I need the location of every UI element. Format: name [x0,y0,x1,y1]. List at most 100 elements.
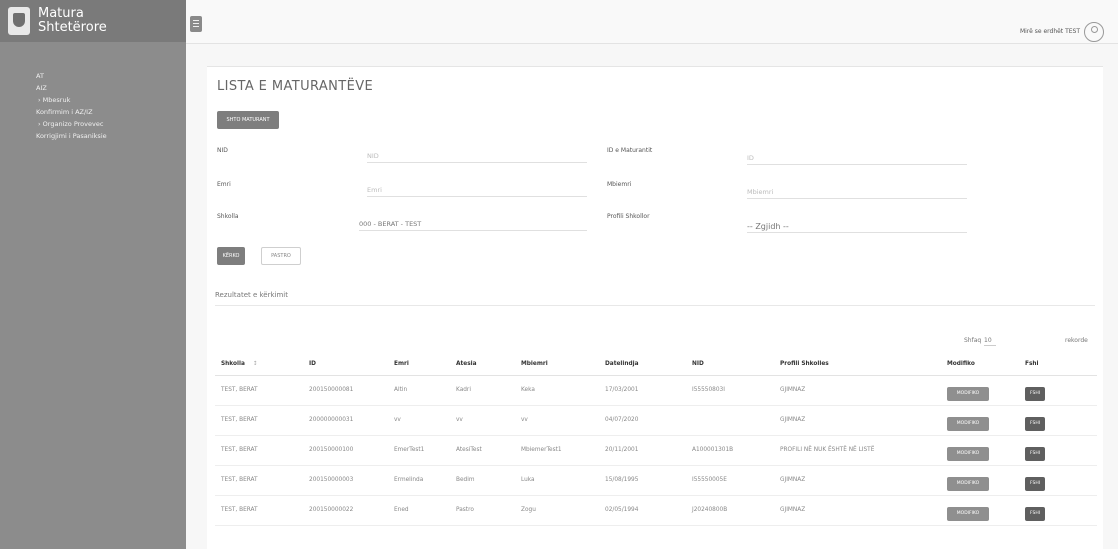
delete-button[interactable]: FSHI [1025,417,1045,431]
sidebar-menu: AT AIZ › Mbesruk Konfirmim i AZ/IZ › Org… [0,42,186,142]
col-mbiemri[interactable]: Mbiemri [515,353,599,376]
sidebar-item-at[interactable]: AT [0,70,186,82]
table-row: TEST, BERAT 200150000022 Ened Pastro Zogu 02/… [215,495,1097,526]
cell-id: 200000000031 [303,405,388,436]
show-label: Shfaq [964,337,982,344]
cell-mbiemri: Keka [515,375,599,406]
emri-label: Emri [217,181,231,188]
sidebar-item-aiz[interactable]: AIZ [0,82,186,94]
shkolla-label: Shkolla [217,213,239,220]
topbar: Mirë se erdhët TEST [186,0,1118,44]
cell-emri: vv [388,405,450,436]
id-label: ID e Maturantit [607,147,653,154]
cell-atesia: AtesiTest [450,435,515,466]
cell-fshi: FSHI [1019,405,1097,436]
cell-atesia: Pastro [450,495,515,526]
results-title: Rezultatet e kërkimit [215,291,288,299]
modify-button[interactable]: MODIFIKO [947,387,989,401]
modify-button[interactable]: MODIFIKO [947,477,989,491]
main-panel: LISTA E MATURANTËVE SHTO MATURANT NID NI… [207,66,1103,549]
cell-shkolla: TEST, BERAT [215,465,303,496]
cell-modifiko: MODIFIKO [941,435,1019,466]
results-table: Shkolla ↕ ID Emri Atesia Mbiemri Datelind… [215,353,1097,526]
col-shkolla[interactable]: Shkolla ↕ [215,353,303,376]
cell-modifiko: MODIFIKO [941,495,1019,526]
col-profili[interactable]: Profili Shkolles [774,353,941,376]
menu-toggle-icon[interactable] [190,16,202,32]
cell-datelindja: 15/08/1995 [599,465,686,496]
cell-shkolla: TEST, BERAT [215,405,303,436]
table-row: TEST, BERAT 200150000081 Altin Kadri Keka 17/… [215,375,1097,406]
mbiemri-input[interactable]: Mbiemri [747,185,967,199]
delete-button[interactable]: FSHI [1025,447,1045,461]
col-id[interactable]: ID [303,353,388,376]
brand[interactable]: Matura Shtetërore [0,0,186,42]
modify-button[interactable]: MODIFIKO [947,447,989,461]
profili-label: Profili Shkollor [607,213,650,220]
cell-shkolla: TEST, BERAT [215,375,303,406]
user-avatar-icon[interactable] [1084,22,1104,42]
table-row: TEST, BERAT 200150000100 EmerTest1 AtesiTes… [215,435,1097,466]
nid-label: NID [217,147,228,154]
sort-icon[interactable]: ↕ [253,361,258,367]
brand-title: Matura Shtetërore [38,7,107,35]
cell-id: 200150000100 [303,435,388,466]
brand-line-2: Shtetërore [38,20,107,35]
profili-select[interactable]: -- Zgjidh -- [747,219,967,233]
cell-shkolla: TEST, BERAT [215,435,303,466]
sidebar: Matura Shtetërore AT AIZ › Mbesruk Konfi… [0,0,186,549]
cell-emri: Ened [388,495,450,526]
table-row: TEST, BERAT 200000000031 vv vv vv 04/07/2020 G… [215,405,1097,436]
cell-mbiemri: vv [515,405,599,436]
delete-button[interactable]: FSHI [1025,477,1045,491]
cell-modifiko: MODIFIKO [941,375,1019,406]
delete-button[interactable]: FSHI [1025,507,1045,521]
divider [215,305,1095,306]
cell-nid: I55550803I [686,375,774,406]
cell-profili: GJIMNAZ [774,405,941,436]
cell-datelindja: 17/03/2001 [599,375,686,406]
modify-button[interactable]: MODIFIKO [947,417,989,431]
cell-profili: GJIMNAZ [774,495,941,526]
col-atesia[interactable]: Atesia [450,353,515,376]
id-input[interactable]: ID [747,151,967,165]
page-title: LISTA E MATURANTËVE [217,79,374,94]
modify-button[interactable]: MODIFIKO [947,507,989,521]
sidebar-item-mbesruk[interactable]: › Mbesruk [0,94,186,106]
sidebar-item-konfirmim[interactable]: Konfirmim i AZ/IZ [0,106,186,118]
cell-datelindja: 02/05/1994 [599,495,686,526]
cell-fshi: FSHI [1019,435,1097,466]
cell-id: 200150000081 [303,375,388,406]
cell-modifiko: MODIFIKO [941,465,1019,496]
sidebar-item-organizo[interactable]: › Organizo Provevec [0,118,186,130]
cell-fshi: FSHI [1019,465,1097,496]
nid-input[interactable]: NID [367,149,587,163]
cell-nid [686,405,774,436]
delete-button[interactable]: FSHI [1025,387,1045,401]
add-student-button[interactable]: SHTO MATURANT [217,111,279,129]
cell-atesia: Kadri [450,375,515,406]
cell-emri: Altin [388,375,450,406]
cell-emri: EmerTest1 [388,435,450,466]
sidebar-item-korrigjimi[interactable]: Korrigjimi i Pasaniksie [0,130,186,142]
table-header-row: Shkolla ↕ ID Emri Atesia Mbiemri Datelind… [215,353,1097,376]
search-button[interactable]: KËRKO [217,247,245,265]
cell-mbiemri: Luka [515,465,599,496]
clear-button[interactable]: PASTRO [261,247,301,265]
cell-fshi: FSHI [1019,495,1097,526]
cell-nid: J20240800B [686,495,774,526]
page-size-select[interactable]: 10 [984,337,996,346]
shkolla-select[interactable]: 000 - BERAT - TEST [359,217,587,231]
cell-shkolla: TEST, BERAT [215,495,303,526]
col-emri[interactable]: Emri [388,353,450,376]
col-datelindja[interactable]: Datelindja [599,353,686,376]
col-shkolla-label: Shkolla [221,360,245,367]
page-size-value: 10 [984,337,992,344]
table-row: TEST, BERAT 200150000003 Ermelinda Bedim Luk… [215,465,1097,496]
emri-input[interactable]: Emri [367,183,587,197]
cell-profili: PROFILI NË NUK ËSHTË NË LISTË [774,435,941,466]
col-modifiko: Modifiko [941,353,1019,376]
cell-mbiemri: Zogu [515,495,599,526]
welcome-text: Mirë se erdhët TEST [1019,28,1080,35]
col-nid[interactable]: NID [686,353,774,376]
